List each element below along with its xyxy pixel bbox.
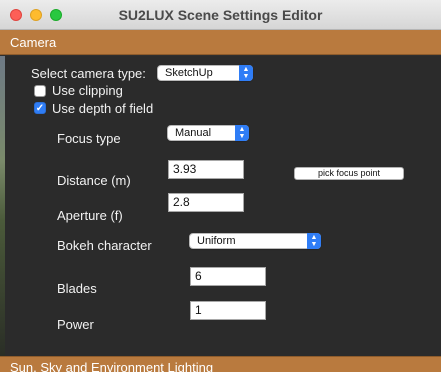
camera-section-header[interactable]: Camera: [0, 30, 441, 55]
chevron-updown-icon: ▲ ▼: [239, 65, 253, 81]
use-clipping-label: Use clipping: [52, 83, 123, 98]
camera-type-select[interactable]: SketchUp ▲ ▼: [157, 65, 253, 81]
focus-type-select[interactable]: Manual ▲ ▼: [167, 125, 249, 141]
use-depth-of-field-checkbox[interactable]: ✓: [34, 102, 46, 114]
checkmark-icon: ✓: [35, 103, 45, 114]
use-clipping-checkbox[interactable]: [34, 85, 46, 97]
camera-settings-panel: Select camera type: SketchUp ▲ ▼ Use clip…: [5, 56, 441, 356]
aperture-input[interactable]: 2.8: [168, 193, 244, 212]
title-bar: SU2LUX Scene Settings Editor: [0, 0, 441, 30]
distance-input[interactable]: 3.93: [168, 160, 244, 179]
scene-settings-window: SU2LUX Scene Settings Editor Camera Sele…: [0, 0, 441, 372]
camera-type-value: SketchUp: [165, 67, 213, 79]
use-depth-of-field-label: Use depth of field: [52, 101, 154, 116]
camera-type-label: Select camera type:: [31, 66, 146, 81]
bokeh-character-label: Bokeh character: [57, 238, 152, 253]
bokeh-character-value: Uniform: [197, 235, 236, 247]
chevron-updown-icon: ▲ ▼: [307, 233, 321, 249]
chevron-updown-icon: ▲ ▼: [235, 125, 249, 141]
power-input[interactable]: 1: [190, 301, 266, 320]
window-title: SU2LUX Scene Settings Editor: [118, 7, 323, 23]
focus-type-label: Focus type: [57, 131, 121, 146]
bokeh-character-select[interactable]: Uniform ▲ ▼: [189, 233, 321, 249]
distance-label: Distance (m): [57, 173, 131, 188]
sun-sky-environment-section-header[interactable]: Sun, Sky and Environment Lighting: [0, 356, 441, 372]
focus-type-value: Manual: [175, 127, 212, 139]
pick-focus-point-button[interactable]: pick focus point: [294, 167, 404, 180]
blades-label: Blades: [57, 281, 97, 296]
blades-input[interactable]: 6: [190, 267, 266, 286]
aperture-label: Aperture (f): [57, 208, 123, 223]
power-label: Power: [57, 317, 94, 332]
